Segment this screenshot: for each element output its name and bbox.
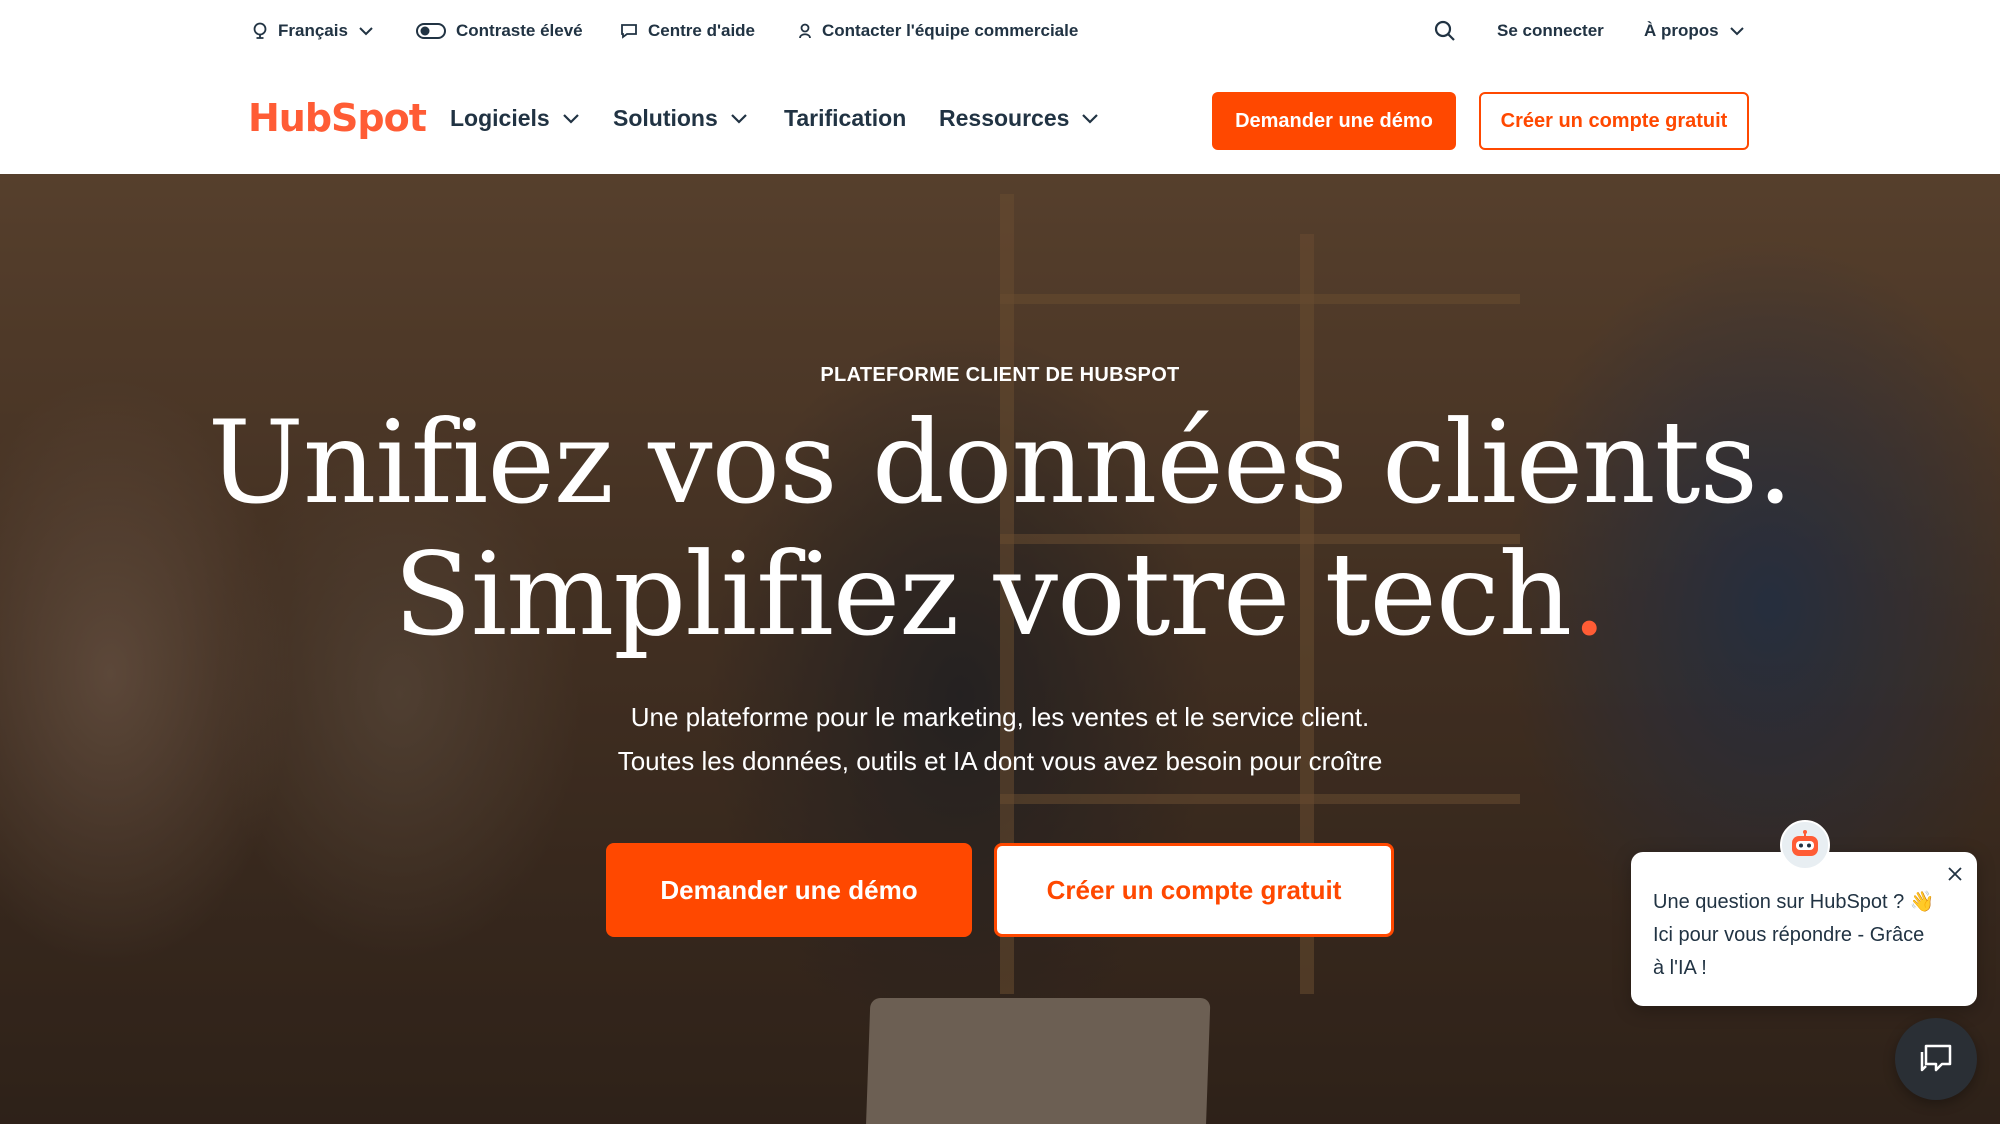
- help-center-link[interactable]: Centre d'aide: [620, 0, 755, 62]
- toggle-icon: [416, 23, 446, 39]
- nav-item-tarification[interactable]: Tarification: [784, 98, 906, 138]
- contact-sales-link[interactable]: Contacter l'équipe commerciale: [798, 0, 1078, 62]
- globe-icon: [253, 22, 267, 39]
- chat-prompt-bubble[interactable]: Une question sur HubSpot ? 👋 Ici pour vo…: [1631, 852, 1977, 1006]
- chevron-down-icon: [1082, 113, 1099, 124]
- hero-headline-line2: Simplifiez votre tech.: [0, 530, 2000, 660]
- chat-message-line: Une question sur HubSpot ? 👋: [1653, 891, 1935, 913]
- nav-item-logiciels[interactable]: Logiciels: [450, 98, 580, 138]
- person-icon: [799, 23, 811, 39]
- main-navigation: HubSpot Logiciels Solutions Tarification…: [0, 62, 2000, 175]
- nav-item-label: Tarification: [784, 104, 907, 131]
- language-selector[interactable]: Français: [252, 0, 374, 62]
- contact-sales-label: Contacter l'équipe commerciale: [822, 21, 1079, 40]
- utility-bar: Français Contraste élevé Centre d'aide C…: [0, 0, 2000, 62]
- hero-headline-line1: Unifiez vos données clients.: [207, 396, 1793, 529]
- create-free-account-button[interactable]: Créer un compte gratuit: [1479, 92, 1749, 150]
- language-label: Français: [278, 21, 348, 40]
- help-center-label: Centre d'aide: [648, 21, 756, 40]
- hubspot-logo[interactable]: HubSpot: [248, 96, 427, 140]
- login-label: Se connecter: [1497, 21, 1604, 40]
- chevron-down-icon: [1729, 27, 1744, 36]
- nav-item-solutions[interactable]: Solutions: [613, 98, 748, 138]
- chevron-down-icon: [562, 113, 579, 124]
- chat-message-line: à l'IA !: [1653, 957, 1707, 979]
- about-label: À propos: [1644, 21, 1719, 40]
- hero-request-demo-button[interactable]: Demander une démo: [606, 843, 972, 937]
- nav-item-label: Solutions: [613, 104, 718, 131]
- contrast-label: Contraste élevé: [456, 21, 583, 40]
- search-icon: [1434, 20, 1455, 41]
- nav-item-ressources[interactable]: Ressources: [939, 98, 1099, 138]
- login-link[interactable]: Se connecter: [1497, 0, 1604, 62]
- hero-eyebrow: PLATEFORME CLIENT DE HUBSPOT: [820, 364, 1180, 386]
- nav-item-label: Logiciels: [450, 104, 550, 131]
- request-demo-button[interactable]: Demander une démo: [1212, 92, 1456, 150]
- about-menu[interactable]: À propos: [1644, 0, 1745, 62]
- chat-icon: [621, 24, 637, 39]
- hero-headline-accent: .: [1571, 528, 1607, 661]
- hero-headline-text: Simplifiez votre tech: [393, 528, 1573, 661]
- robot-icon: [1792, 830, 1818, 856]
- hero-subtitle-line1: Une plateforme pour le marketing, les ve…: [630, 702, 1370, 732]
- close-chat-prompt-button[interactable]: [1945, 864, 1965, 884]
- hero-create-free-account-button[interactable]: Créer un compte gratuit: [994, 843, 1394, 937]
- hero-subtitle-line2: Toutes les données, outils et IA dont vo…: [617, 746, 1383, 776]
- chevron-down-icon: [731, 113, 747, 124]
- chevron-down-icon: [359, 27, 373, 36]
- search-button[interactable]: [1434, 0, 1456, 62]
- nav-item-label: Ressources: [939, 104, 1070, 131]
- chat-message-line: Ici pour vous répondre - Grâce: [1653, 924, 1925, 946]
- chat-launcher-button[interactable]: [1895, 1018, 1977, 1100]
- contrast-toggle[interactable]: Contraste élevé: [416, 0, 583, 62]
- chatbot-avatar: [1780, 820, 1830, 870]
- chat-bubbles-icon: [1920, 1044, 1952, 1072]
- close-icon: [1948, 867, 1962, 881]
